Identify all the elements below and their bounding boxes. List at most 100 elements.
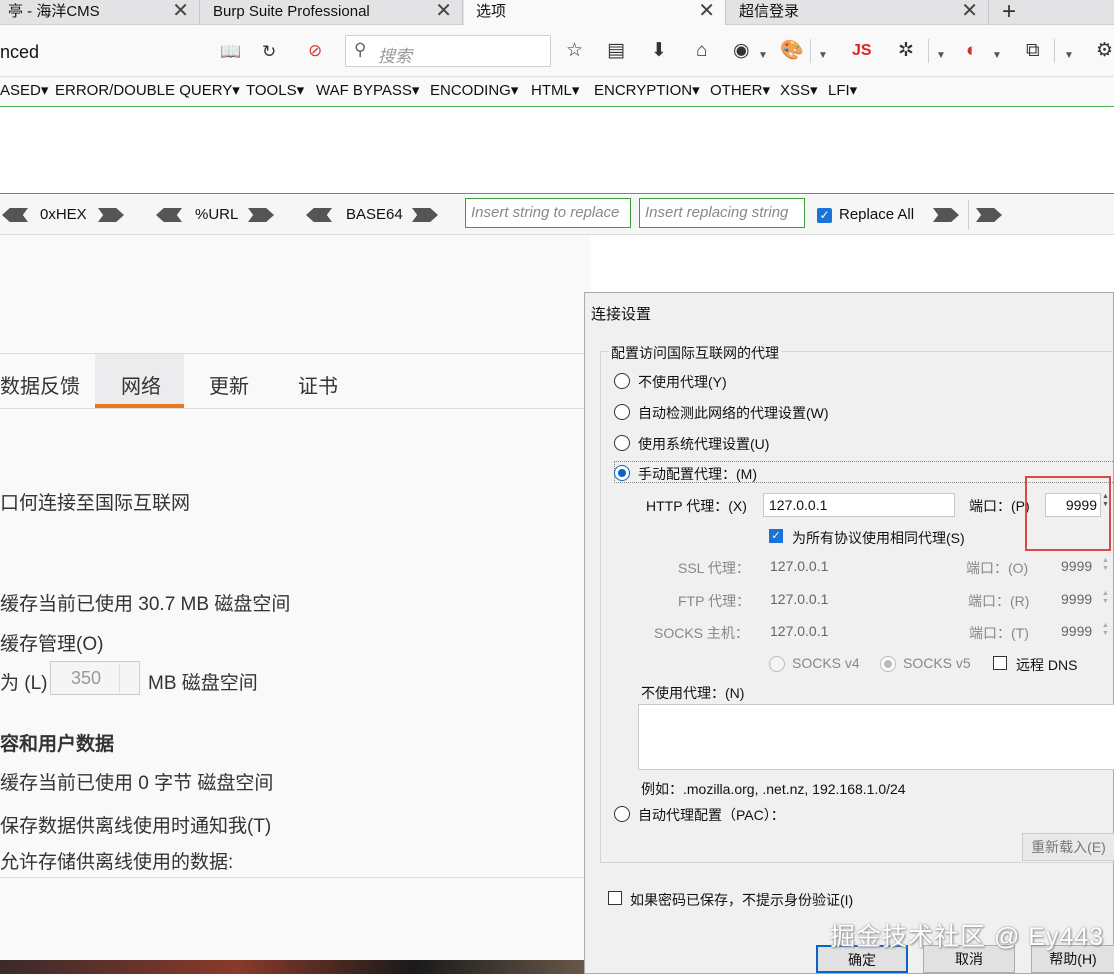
extension-icon[interactable]: ⚙ <box>1096 40 1113 62</box>
tab-updates[interactable]: 更新 <box>209 370 249 399</box>
http-proxy-input[interactable]: 127.0.0.1 <box>763 493 955 517</box>
decode-arrow-icon[interactable] <box>2 208 28 222</box>
js-toggle-icon[interactable]: JS <box>852 40 872 62</box>
home-icon[interactable]: ⌂ <box>696 40 707 62</box>
url-label: %URL <box>195 206 239 223</box>
replace-arrow-icon[interactable] <box>976 208 1002 222</box>
menu-html[interactable]: HTML▾ <box>531 81 579 99</box>
no-auth-prompt-checkbox[interactable] <box>608 891 622 905</box>
hackbar-menu: ASED▾ ERROR/DOUBLE QUERY▾ TOOLS▾ WAF BYP… <box>0 77 1114 107</box>
tab-certificates[interactable]: 证书 <box>298 370 338 399</box>
menu-other[interactable]: OTHER▾ <box>710 81 770 99</box>
tab-haiyang-cms[interactable]: 亭 - 海洋CMS ✕ <box>0 0 200 25</box>
same-proxy-checkbox[interactable]: ✓ <box>769 529 783 543</box>
palette-icon[interactable]: 🎨 <box>780 40 804 62</box>
reader-view-icon[interactable]: 📖 <box>220 42 241 62</box>
cache-usage-text: 缓存当前已使用 30.7 MB 磁盘空间 <box>0 594 291 615</box>
socks-v4-radio[interactable] <box>769 656 785 672</box>
auto-detect-radio[interactable] <box>614 404 630 420</box>
hackbar-url-area[interactable] <box>0 107 1114 194</box>
search-box[interactable]: ⚲ 搜索 <box>345 35 551 67</box>
same-proxy-label[interactable]: 为所有协议使用相同代理(S) <box>792 528 965 548</box>
close-icon[interactable]: ✕ <box>698 0 715 22</box>
chevron-down-icon[interactable]: ▼ <box>936 45 946 67</box>
chevron-down-icon[interactable]: ▼ <box>992 45 1002 67</box>
cache-limit-label: 为 (L) <box>0 673 48 694</box>
menu-xss[interactable]: XSS▾ <box>780 81 818 99</box>
offline-notify-option[interactable]: 保存数据供离线使用时通知我(T) <box>0 811 271 838</box>
encode-arrow-icon[interactable] <box>412 208 438 222</box>
chevron-down-icon[interactable]: ▼ <box>818 45 828 67</box>
bug-icon[interactable]: ✲ <box>898 40 914 62</box>
menu-tools[interactable]: TOOLS▾ <box>246 81 304 99</box>
manual-proxy-radio[interactable] <box>614 465 630 481</box>
ftp-port-value: 9999 <box>1061 591 1093 607</box>
download-icon[interactable]: ⬇ <box>651 40 667 62</box>
menu-encoding[interactable]: ENCODING▾ <box>430 81 518 99</box>
block-icon[interactable]: ⊘ <box>308 41 322 61</box>
bookmark-star-icon[interactable]: ☆ <box>566 40 583 62</box>
tab-login[interactable]: 超信登录 ✕ <box>727 0 989 25</box>
chevron-down-icon[interactable]: ▼ <box>758 45 768 67</box>
chevron-down-icon[interactable]: ▼ <box>1064 45 1074 67</box>
insert-string-input[interactable]: Insert string to replace <box>465 198 631 228</box>
menu-lfi[interactable]: LFI▾ <box>828 81 857 99</box>
no-proxy-for-label: 不使用代理：(N) <box>641 685 745 701</box>
tab-options[interactable]: 选项 ✕ <box>464 0 726 25</box>
encode-arrow-icon[interactable] <box>98 208 124 222</box>
no-proxy-radio[interactable] <box>614 373 630 389</box>
socks-port-label: 端口：(T) <box>969 625 1029 641</box>
menu-waf-bypass[interactable]: WAF BYPASS▾ <box>316 81 419 99</box>
replace-all-checkbox[interactable]: ✓ <box>817 208 832 223</box>
replacing-string-input[interactable]: Insert replacing string <box>639 198 805 228</box>
port-spinner-icon: ▲ ▼ <box>1102 622 1109 637</box>
pac-radio[interactable] <box>614 806 630 822</box>
globe-icon[interactable]: ◉ <box>733 40 750 62</box>
ssl-proxy-value: 127.0.0.1 <box>770 558 829 574</box>
cache-manage-option[interactable]: 缓存管理(O) <box>0 629 103 656</box>
system-proxy-label[interactable]: 使用系统代理设置(U) <box>638 434 769 454</box>
spinner[interactable] <box>119 664 137 692</box>
tab-title: 亭 - 海洋CMS <box>8 3 100 20</box>
new-tab-icon[interactable]: + <box>1002 0 1016 26</box>
menu-error-double-query[interactable]: ERROR/DOUBLE QUERY▾ <box>55 81 240 99</box>
pac-label[interactable]: 自动代理配置（PAC）： <box>638 805 785 825</box>
reload-icon[interactable]: ↻ <box>262 42 276 62</box>
encode-arrow-icon[interactable] <box>248 208 274 222</box>
reload-button[interactable]: 重新载入(E) <box>1022 833 1114 861</box>
no-proxy-example: 例如：.mozilla.org, .net.nz, 192.168.1.0/24 <box>641 781 906 797</box>
no-auth-prompt-label[interactable]: 如果密码已保存，不提示身份验证(I) <box>630 890 853 910</box>
replace-arrow-icon[interactable] <box>933 208 959 222</box>
close-icon[interactable]: ✕ <box>435 0 452 22</box>
close-icon[interactable]: ✕ <box>961 0 978 22</box>
dialog-title: 连接设置 <box>591 306 652 323</box>
no-proxy-label[interactable]: 不使用代理(Y) <box>638 372 727 392</box>
library-icon[interactable]: ▤ <box>607 40 625 62</box>
decode-arrow-icon[interactable] <box>306 208 332 222</box>
decode-arrow-icon[interactable] <box>156 208 182 222</box>
screenshot-icon[interactable]: ⧉ <box>1026 40 1040 62</box>
divider <box>0 877 590 878</box>
connection-description: 口何连接至国际互联网 <box>0 493 191 514</box>
group-label: 配置访问国际互联网的代理 <box>609 343 781 363</box>
proxy-icon[interactable]: ◐ <box>966 40 977 62</box>
url-bar[interactable]: nced <box>0 37 338 67</box>
tab-network[interactable]: 网络 <box>121 370 161 399</box>
tab-data-feedback[interactable]: 数据反馈 <box>0 370 80 399</box>
no-proxy-for-textarea[interactable] <box>638 704 1114 770</box>
cache-limit-input[interactable]: 350 <box>50 661 140 695</box>
close-icon[interactable]: ✕ <box>172 0 189 22</box>
menu-union-based[interactable]: ASED▾ <box>0 81 48 99</box>
menu-encryption[interactable]: ENCRYPTION▾ <box>594 81 700 99</box>
divider <box>928 39 929 63</box>
ssl-port-label: 端口：(O) <box>966 560 1029 576</box>
search-placeholder: 搜索 <box>378 47 412 66</box>
tab-burp-suite[interactable]: Burp Suite Professional ✕ <box>201 0 463 25</box>
preferences-tabs: 数据反馈 网络 更新 证书 <box>0 353 590 409</box>
remote-dns-label[interactable]: 远程 DNS <box>1016 655 1077 675</box>
socks-v5-radio[interactable] <box>880 656 896 672</box>
auto-detect-label[interactable]: 自动检测此网络的代理设置(W) <box>638 403 829 423</box>
manual-proxy-label[interactable]: 手动配置代理：(M) <box>638 464 757 484</box>
remote-dns-checkbox[interactable] <box>993 656 1007 670</box>
system-proxy-radio[interactable] <box>614 435 630 451</box>
